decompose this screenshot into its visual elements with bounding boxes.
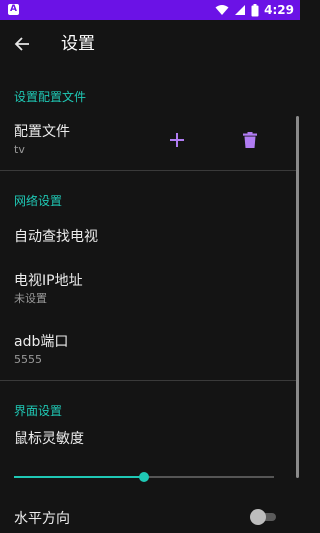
adb-port-title: adb端口 [14,334,69,350]
section-header-profile: 设置配置文件 [14,90,87,104]
profile-preference[interactable]: 配置文件 tv [14,123,254,157]
mouse-sensitivity-slider[interactable] [14,467,274,487]
slider-fill [14,476,144,478]
horizontal-direction-switch[interactable] [250,509,278,525]
signal-icon [235,5,246,15]
plus-icon [170,133,184,147]
profile-summary: tv [14,143,25,156]
mouse-sensitivity-title: 鼠标灵敏度 [14,431,84,447]
tv-ip-title: 电视IP地址 [14,273,83,289]
battery-icon [251,3,259,16]
back-button[interactable] [10,32,34,56]
adb-port-summary: 5555 [14,353,42,366]
app-bar: 设置 [0,20,300,68]
settings-list[interactable]: 设置配置文件 配置文件 tv 网络设置 自动查找电视 电视IP地址 未设置 ad… [0,68,300,533]
slider-thumb[interactable] [139,472,149,482]
horizontal-direction-title: 水平方向 [14,511,70,527]
delete-profile-button[interactable] [238,128,262,152]
status-icons: 4:29 [215,0,294,20]
add-profile-button[interactable] [165,128,189,152]
section-header-ui: 界面设置 [14,404,63,418]
horizontal-direction-preference[interactable]: 水平方向 [14,510,254,528]
status-time: 4:29 [264,3,294,17]
page-title: 设置 [61,34,95,54]
arrow-left-icon [14,37,29,51]
profile-title: 配置文件 [14,124,70,140]
switch-thumb[interactable] [250,509,266,525]
tv-ip-summary: 未设置 [14,292,47,305]
wifi-icon [215,5,229,15]
app-notification-icon: A [8,4,19,15]
section-divider [0,170,296,171]
trash-icon [243,132,257,148]
adb-port-preference[interactable]: adb端口 5555 [14,333,254,367]
scrollbar[interactable] [296,116,299,478]
section-header-network: 网络设置 [14,194,63,208]
status-bar: A 4:29 [0,0,300,20]
mouse-sensitivity-preference: 鼠标灵敏度 [14,430,254,448]
section-divider [0,380,296,381]
auto-find-tv-preference[interactable]: 自动查找电视 [14,228,254,246]
tv-ip-preference[interactable]: 电视IP地址 未设置 [14,272,254,306]
auto-find-tv-title: 自动查找电视 [14,229,98,245]
